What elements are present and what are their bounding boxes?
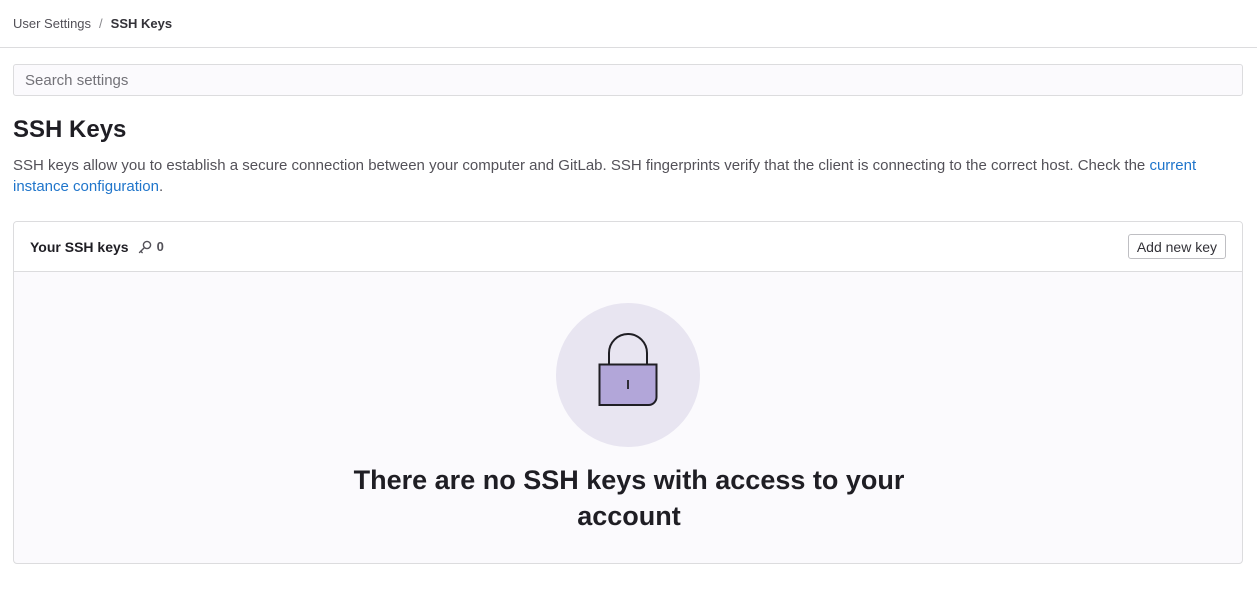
key-count-badge: 0: [138, 239, 164, 254]
padlock-icon: [598, 333, 658, 406]
add-new-key-button[interactable]: Add new key: [1127, 234, 1226, 259]
key-count: 0: [156, 239, 164, 254]
empty-state-illustration: [556, 303, 700, 447]
breadcrumb-user-settings[interactable]: User Settings: [13, 16, 91, 31]
ssh-keys-card-title: Your SSH keys: [30, 238, 129, 255]
description-end: .: [158, 178, 164, 195]
ssh-keys-card: Your SSH keys 0 Add new key There are no…: [13, 221, 1243, 564]
ssh-keys-card-header: Your SSH keys 0 Add new key: [14, 222, 1242, 272]
page-title: SSH Keys: [13, 116, 127, 143]
breadcrumb-ssh-keys[interactable]: SSH Keys: [111, 16, 172, 31]
description-text: SSH keys allow you to establish a secure…: [13, 157, 1150, 174]
breadcrumb: User Settings / SSH Keys: [0, 0, 1257, 48]
search-settings-input[interactable]: [13, 64, 1243, 96]
breadcrumb-separator: /: [99, 16, 103, 31]
key-icon: [138, 240, 151, 253]
empty-state-title: There are no SSH keys with access to you…: [353, 465, 905, 531]
page-description: SSH keys allow you to establish a secure…: [13, 155, 1238, 197]
